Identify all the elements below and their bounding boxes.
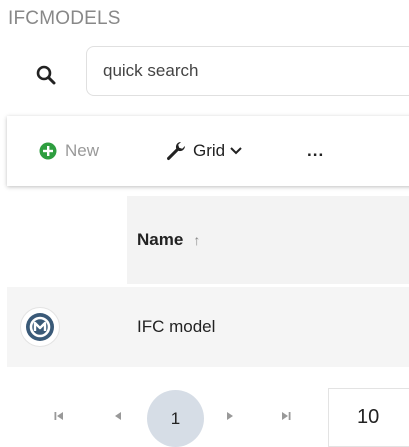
pagination: 1 10 bbox=[0, 388, 409, 447]
page-title: IFCMODELS bbox=[8, 8, 121, 29]
sort-ascending-icon: ↑ bbox=[193, 232, 201, 248]
column-header-name[interactable]: Name ↑ bbox=[127, 196, 409, 284]
more-options-button[interactable]: ... bbox=[307, 116, 324, 186]
column-header-name-content: Name ↑ bbox=[137, 196, 200, 284]
current-page-button[interactable]: 1 bbox=[147, 390, 204, 447]
first-page-button[interactable] bbox=[44, 388, 74, 447]
wrench-icon bbox=[165, 141, 187, 161]
model-logo-icon bbox=[20, 307, 60, 347]
toolbar: New Grid ... bbox=[7, 116, 409, 186]
grid-header: Name ↑ bbox=[0, 196, 409, 284]
page-size-select[interactable]: 10 bbox=[328, 388, 409, 447]
more-icon: ... bbox=[307, 141, 325, 160]
row-name-cell: IFC model bbox=[137, 317, 216, 336]
grid-menu-button[interactable]: Grid bbox=[165, 116, 243, 186]
search-icon[interactable] bbox=[36, 65, 56, 85]
new-button-label: New bbox=[65, 141, 100, 160]
chevron-right-icon bbox=[226, 411, 234, 424]
chevron-left-icon bbox=[114, 411, 122, 424]
search-input[interactable] bbox=[87, 47, 409, 95]
plus-circle-icon bbox=[39, 142, 57, 160]
grid-menu-label: Grid bbox=[193, 141, 226, 160]
grid-header-icon-column bbox=[0, 196, 127, 284]
first-page-icon bbox=[54, 411, 64, 424]
column-header-label: Name bbox=[137, 230, 184, 249]
search-box bbox=[86, 46, 409, 96]
last-page-button[interactable] bbox=[271, 388, 301, 447]
next-page-button[interactable] bbox=[215, 388, 245, 447]
new-button[interactable]: New bbox=[39, 116, 99, 186]
last-page-icon bbox=[281, 411, 291, 424]
chevron-down-icon bbox=[229, 146, 243, 156]
previous-page-button[interactable] bbox=[103, 388, 133, 447]
table-row[interactable]: IFC model bbox=[7, 287, 409, 367]
